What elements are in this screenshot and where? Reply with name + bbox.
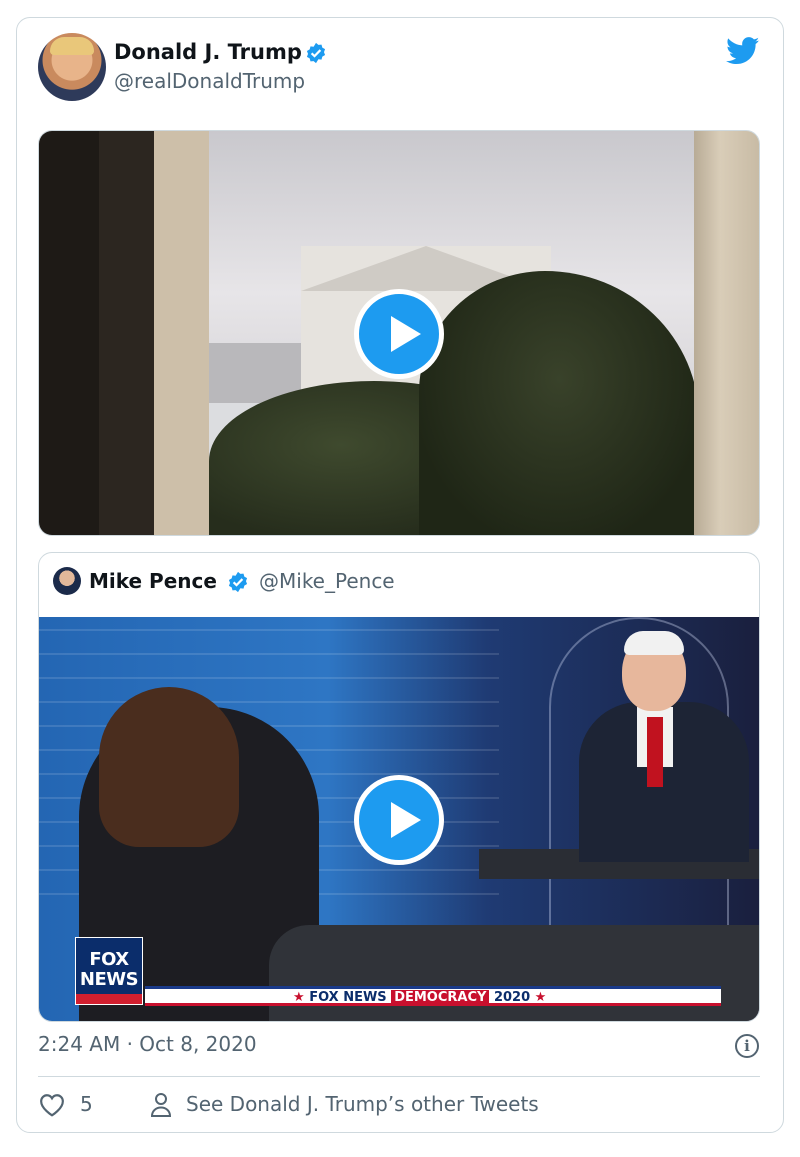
quoted-author-name[interactable]: Mike Pence xyxy=(89,569,217,593)
broadcast-lower-third: FOX NEWS ★ FOX NEWS DEMOCRACY 2020 ★ xyxy=(75,937,725,1009)
heart-icon[interactable] xyxy=(39,1093,65,1117)
tweet-timestamp[interactable]: 2:24 AM · Oct 8, 2020 xyxy=(38,1032,257,1056)
author-avatar[interactable] xyxy=(38,33,106,101)
column xyxy=(694,131,759,535)
verified-badge-icon xyxy=(228,571,248,593)
play-icon[interactable] xyxy=(354,289,444,379)
author-handle[interactable]: @realDonaldTrump xyxy=(114,69,305,93)
play-icon[interactable] xyxy=(354,775,444,865)
divider xyxy=(38,1076,760,1077)
tweet-video[interactable] xyxy=(38,130,760,536)
author-name[interactable]: Donald J. Trump xyxy=(114,40,302,64)
banner-year: 2020 xyxy=(493,990,531,1005)
person-icon[interactable] xyxy=(150,1092,172,1118)
info-icon[interactable]: i xyxy=(735,1034,759,1058)
quoted-tweet-video[interactable]: FOX NEWS ★ FOX NEWS DEMOCRACY 2020 ★ xyxy=(39,617,759,1021)
like-count[interactable]: 5 xyxy=(80,1092,93,1116)
tweet-card: Donald J. Trump @realDonaldTrump Mike Pe… xyxy=(16,17,784,1133)
fox-news-logo: FOX NEWS xyxy=(75,937,143,1005)
verified-badge-icon xyxy=(306,42,326,64)
banner-democracy: DEMOCRACY xyxy=(391,990,490,1005)
window-frame xyxy=(39,131,209,535)
quoted-author-handle[interactable]: @Mike_Pence xyxy=(259,569,395,593)
see-other-tweets-link[interactable]: See Donald J. Trump’s other Tweets xyxy=(186,1092,539,1116)
banner-brand: FOX NEWS xyxy=(309,990,387,1005)
quoted-tweet[interactable]: Mike Pence @Mike_Pence FOX NEWS ★ FOX NE… xyxy=(38,552,760,1022)
broadcast-banner: ★ FOX NEWS DEMOCRACY 2020 ★ xyxy=(145,986,721,1006)
twitter-bird-icon[interactable] xyxy=(726,37,760,65)
quoted-author-avatar[interactable] xyxy=(53,567,81,595)
